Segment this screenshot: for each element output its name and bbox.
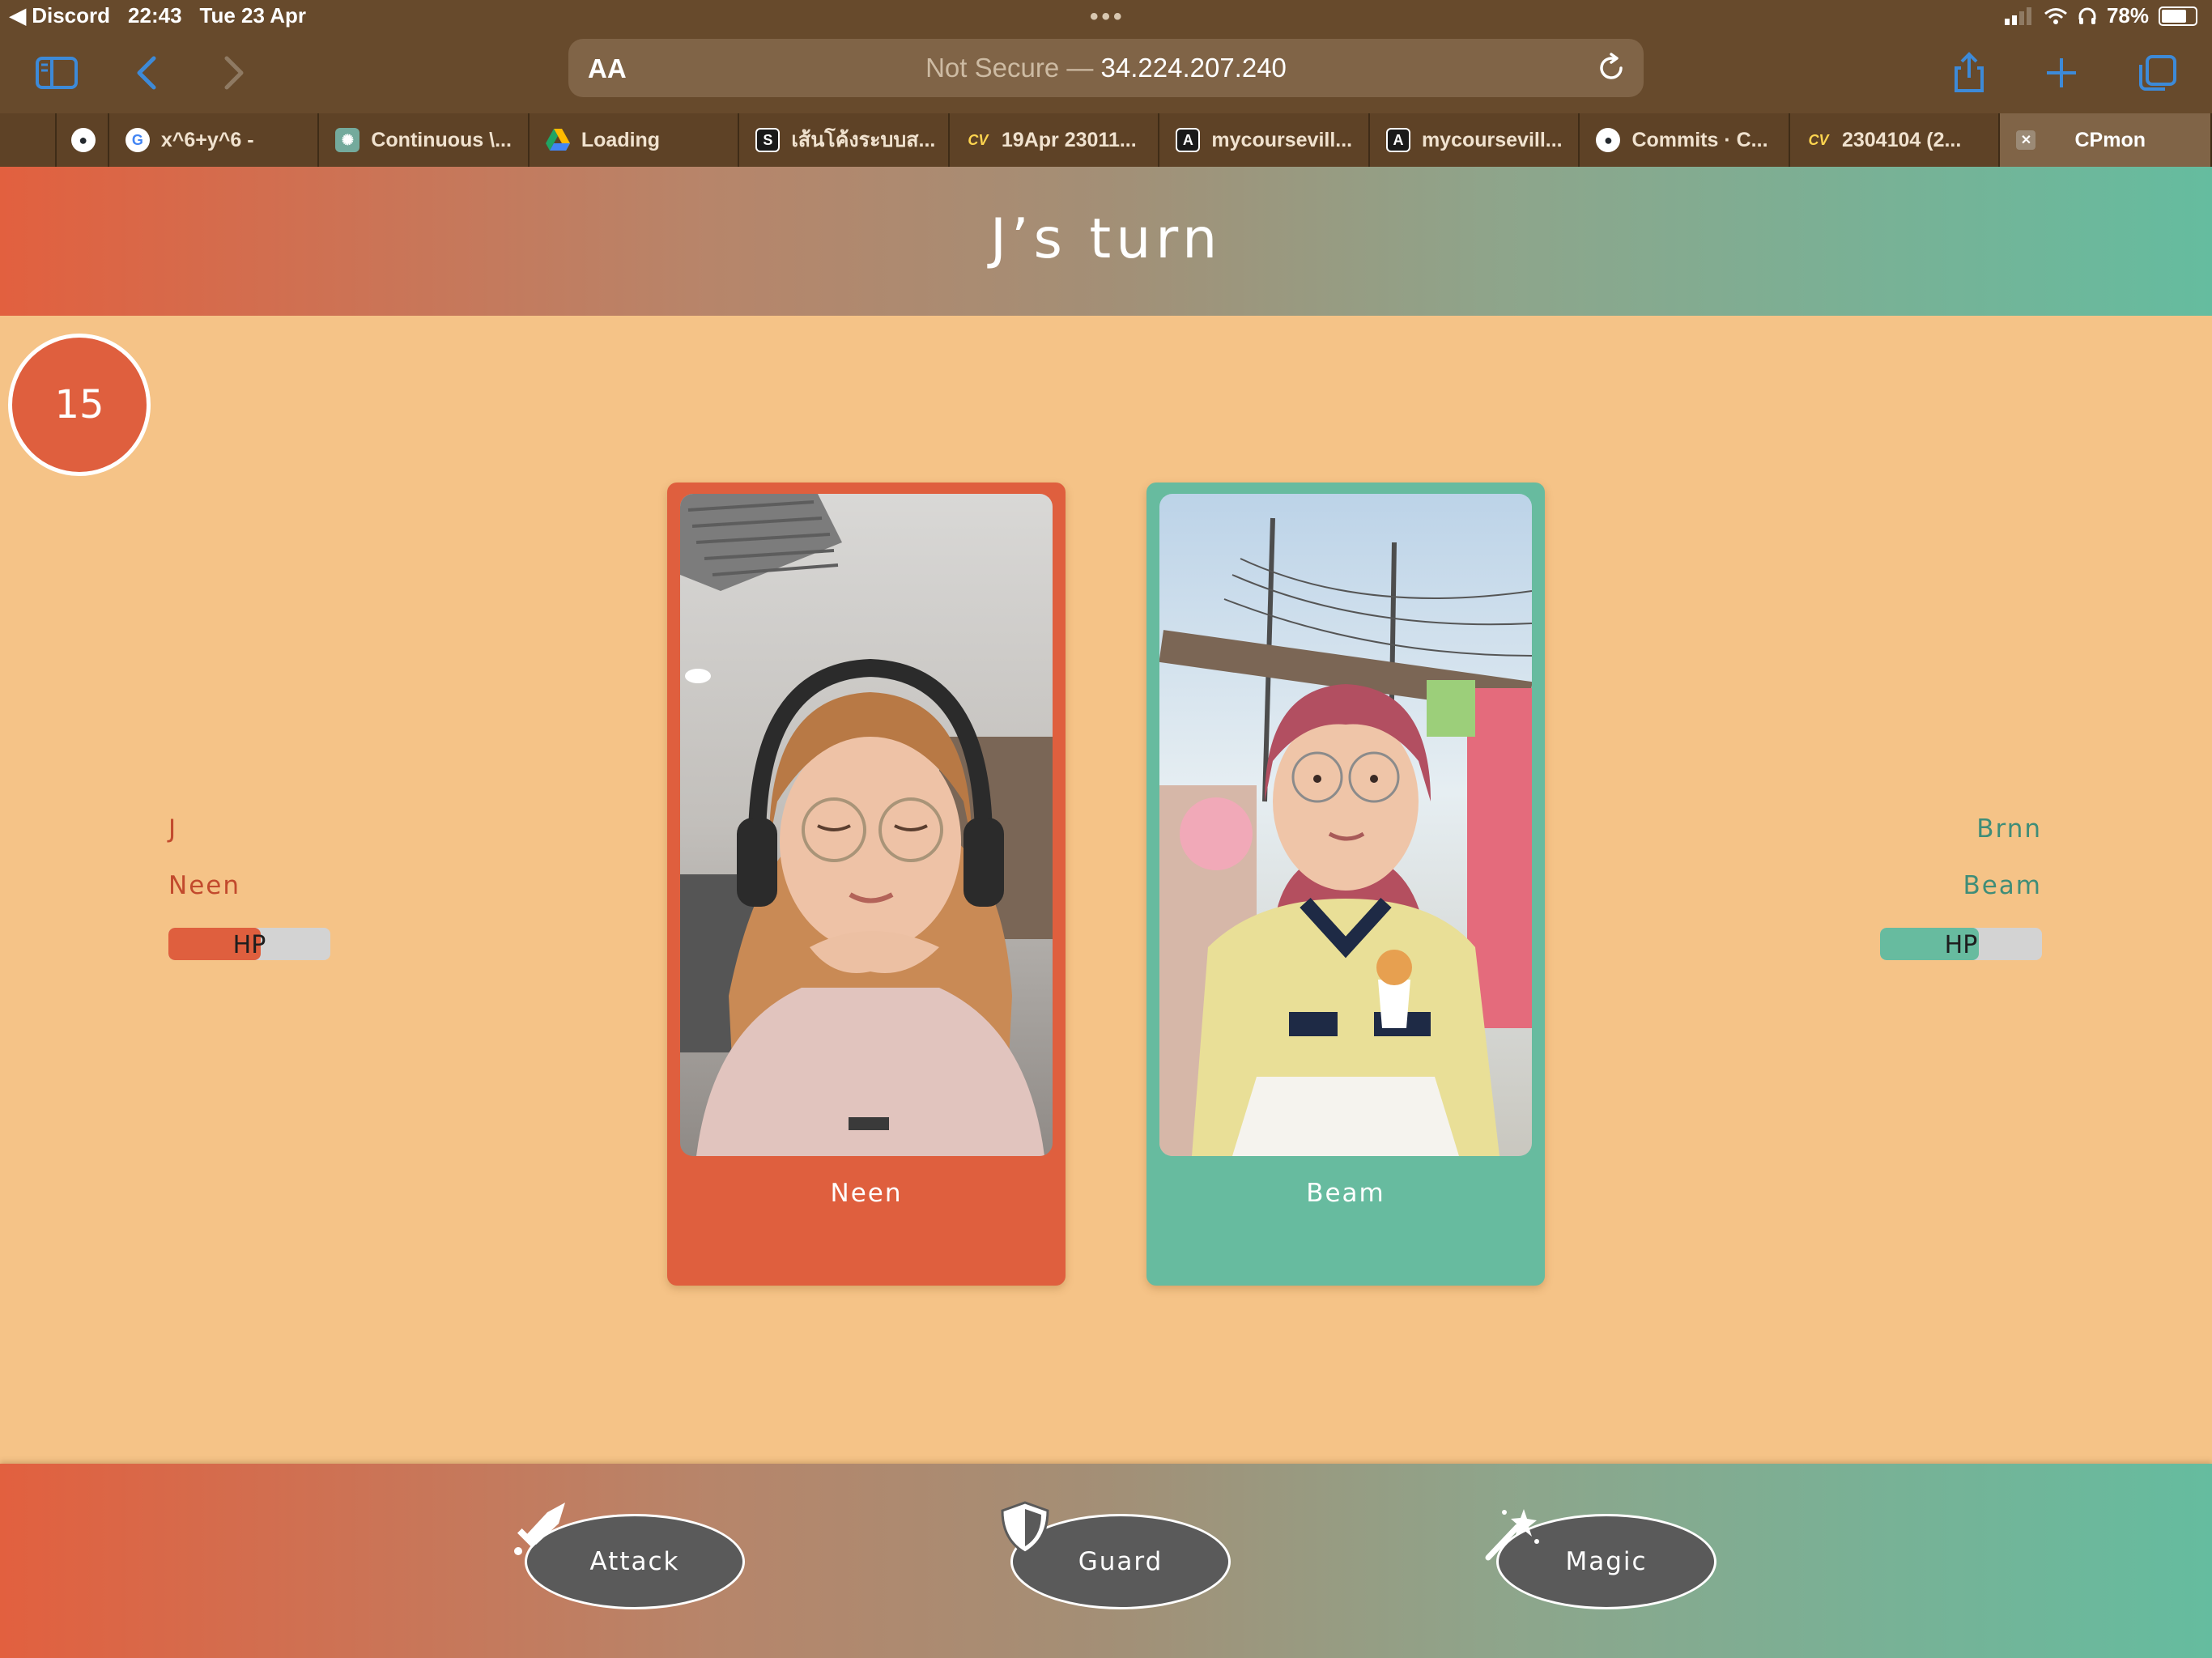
browser-tab[interactable] xyxy=(0,113,57,167)
a-icon: A xyxy=(1176,128,1201,152)
guard-button-label: Guard xyxy=(1078,1547,1163,1576)
right-player-info: Brnn Beam HP xyxy=(1880,814,2042,960)
cellular-signal-icon xyxy=(2004,6,2031,25)
left-hp-label: HP xyxy=(232,931,266,959)
back-icon[interactable] xyxy=(123,49,172,97)
right-hp-label: HP xyxy=(1944,931,1978,959)
left-hp-bar: HP xyxy=(168,928,330,960)
turn-header: J’s turn xyxy=(0,167,2212,316)
monster-card-left[interactable]: Neen xyxy=(667,483,1066,1286)
browser-tab[interactable]: A mycoursevill... xyxy=(1159,113,1370,167)
monster-photo-left xyxy=(680,494,1053,1156)
battery-percent: 78% xyxy=(2106,3,2149,28)
multitasking-dots-icon[interactable]: ••• xyxy=(1090,3,1125,31)
sidebar-icon[interactable] xyxy=(32,49,81,97)
forward-icon[interactable] xyxy=(209,49,257,97)
browser-tab[interactable]: G x^6+y^6 - xyxy=(109,113,320,167)
status-time: 22:43 xyxy=(128,3,182,28)
left-monster-name: Neen xyxy=(168,871,240,900)
battery-icon xyxy=(2159,6,2197,26)
browser-tab[interactable]: CV 2304104 (2... xyxy=(1790,113,2001,167)
monster-card-name-right: Beam xyxy=(1306,1179,1385,1208)
attack-button-label: Attack xyxy=(589,1547,680,1576)
turn-title: J’s turn xyxy=(989,207,1223,271)
cv-icon: CV xyxy=(1808,131,1829,148)
address-bar[interactable]: AA Not Secure — 34.224.207.240 xyxy=(568,39,1644,97)
a-icon: A xyxy=(1385,128,1410,152)
not-secure-label: Not Secure — xyxy=(925,53,1094,83)
monster-card-right[interactable]: Beam xyxy=(1146,483,1545,1286)
status-bar: ◀ Discord 22:43 Tue 23 Apr ••• 78% xyxy=(0,0,2212,32)
google-drive-icon xyxy=(545,128,570,152)
sword-icon xyxy=(514,1503,565,1555)
close-tab-icon[interactable]: ✕ xyxy=(2016,130,2036,150)
browser-tab-active[interactable]: ✕ CPmon xyxy=(2000,113,2212,167)
shield-icon xyxy=(1001,1501,1049,1554)
right-player-name: Brnn xyxy=(1976,814,2042,844)
browser-tab[interactable]: ● Commits · C... xyxy=(1580,113,1790,167)
share-icon[interactable] xyxy=(1945,49,1993,97)
browser-tab[interactable]: ✺ Continuous \... xyxy=(319,113,530,167)
browser-tab-bar: ● G x^6+y^6 - ✺ Continuous \... Loading … xyxy=(0,113,2212,167)
browser-tab[interactable]: Loading xyxy=(530,113,740,167)
right-hp-bar: HP xyxy=(1880,928,2042,960)
browser-toolbar: AA Not Secure — 34.224.207.240 xyxy=(0,32,2212,113)
new-tab-icon[interactable] xyxy=(2037,49,2086,97)
back-to-app-link[interactable]: ◀ Discord xyxy=(10,3,110,28)
reload-icon[interactable] xyxy=(1593,50,1629,86)
right-monster-name: Beam xyxy=(1963,871,2042,900)
headphones-icon xyxy=(2078,7,2096,24)
browser-tab[interactable]: CV 19Apr 23011... xyxy=(950,113,1160,167)
monster-photo-right xyxy=(1159,494,1532,1156)
status-date: Tue 23 Apr xyxy=(199,3,307,28)
action-bar: Attack Guard Magic xyxy=(0,1464,2212,1658)
left-player-info: J Neen HP xyxy=(168,814,330,960)
cv-icon: CV xyxy=(968,131,989,148)
magic-wand-icon xyxy=(1485,1509,1539,1561)
left-player-name: J xyxy=(168,814,178,844)
browser-tab[interactable]: A mycoursevill... xyxy=(1370,113,1580,167)
monster-card-name-left: Neen xyxy=(830,1179,903,1208)
s-icon: S xyxy=(755,128,781,152)
timer-value: 15 xyxy=(54,382,104,427)
turn-timer: 15 xyxy=(8,334,151,476)
wifi-icon xyxy=(2044,7,2067,24)
chatgpt-icon: ✺ xyxy=(335,128,360,152)
google-icon: G xyxy=(125,128,150,152)
magic-button-label: Magic xyxy=(1565,1547,1648,1576)
url-host: 34.224.207.240 xyxy=(1100,53,1287,83)
github-icon: ● xyxy=(1596,128,1621,152)
browser-tab[interactable]: S เส้นโค้งระบบส... xyxy=(739,113,950,167)
tab-overview-icon[interactable] xyxy=(2133,49,2181,97)
browser-tab[interactable]: ● xyxy=(57,113,109,167)
github-icon: ● xyxy=(70,128,96,152)
